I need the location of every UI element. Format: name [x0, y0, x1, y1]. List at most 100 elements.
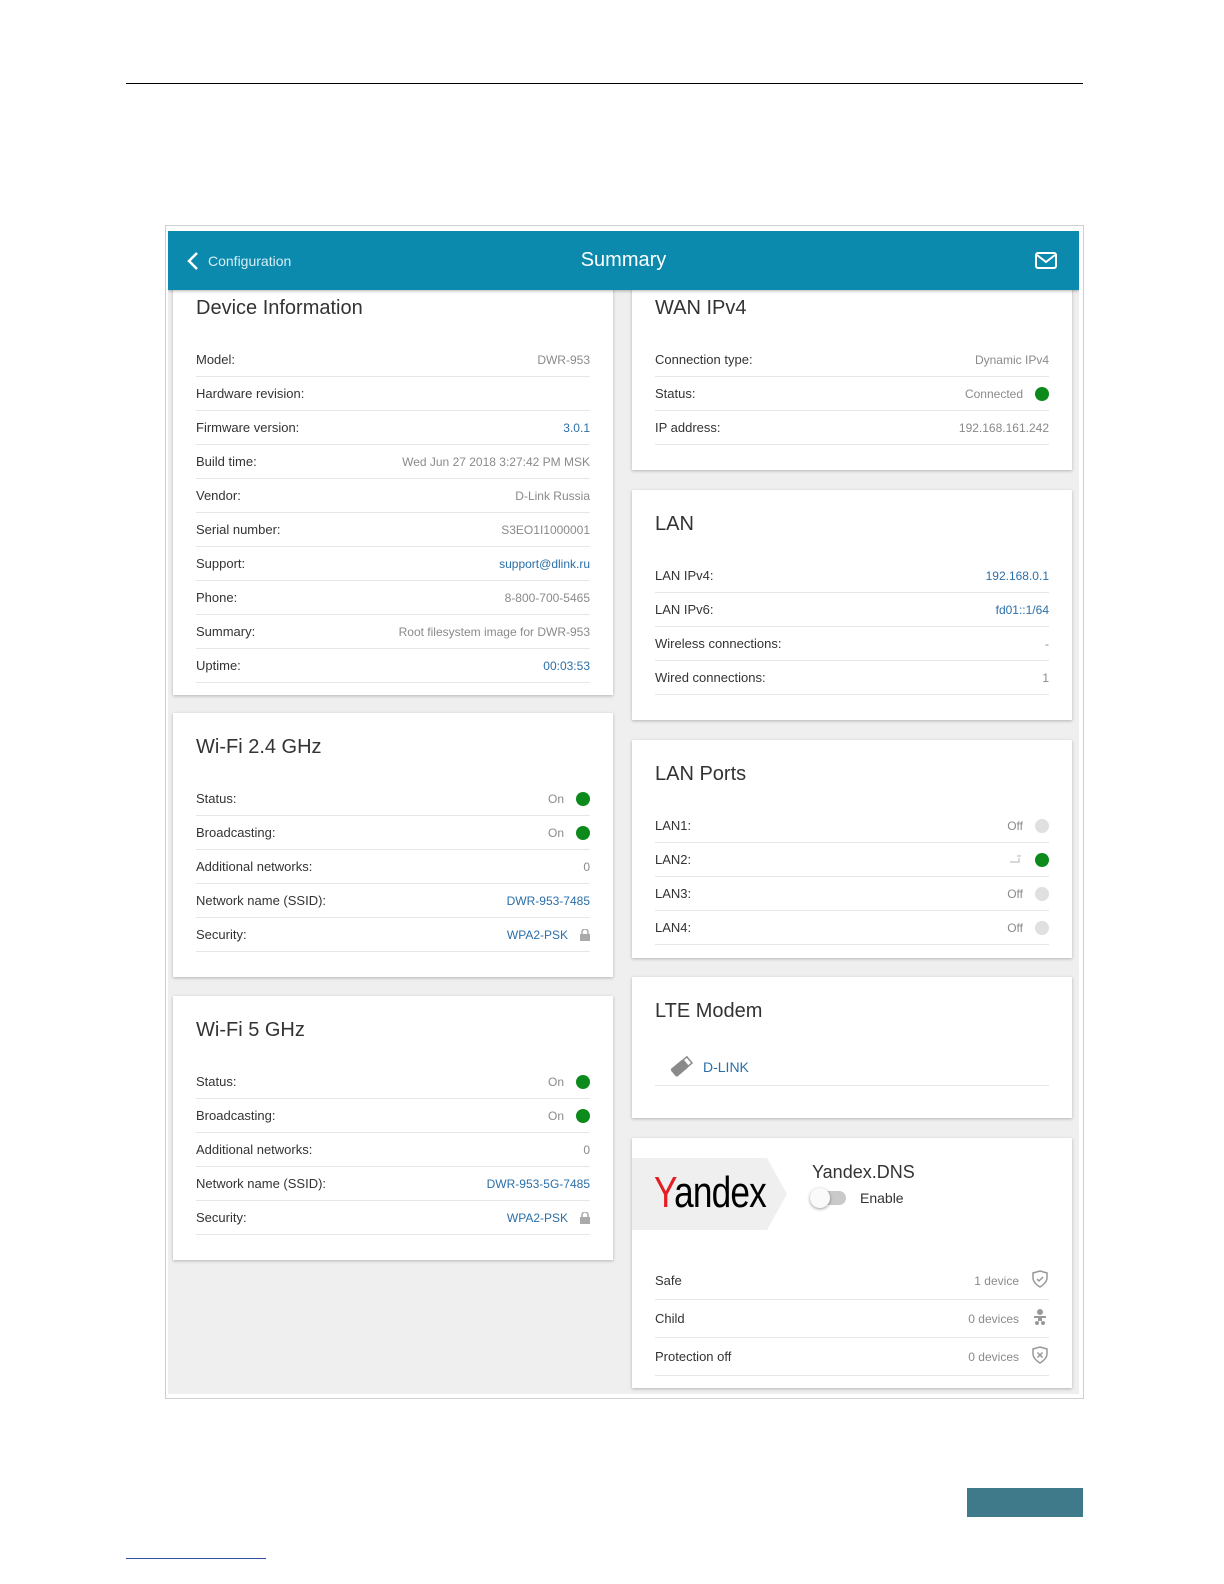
status-dot-on	[576, 1074, 590, 1089]
row-value: Off	[1007, 818, 1023, 833]
status-dot-on	[576, 825, 590, 840]
row-value-link[interactable]: fd01::1/64	[996, 603, 1049, 617]
lte-modem-card[interactable]: LTE Modem D-LINK	[632, 977, 1072, 1118]
row-label: Network name (SSID):	[196, 1176, 327, 1191]
row-value-link[interactable]: WPA2-PSK	[507, 928, 568, 942]
yandex-dns-card: Yandex Yandex.DNS Enable Safe 1 device Chi…	[632, 1138, 1072, 1388]
row-value: 192.168.161.242	[958, 420, 1049, 435]
summary-page: Configuration Summary Device Information…	[168, 231, 1079, 1394]
row-value-link[interactable]: DWR-953-5G-7485	[487, 1177, 590, 1191]
row-label: Additional networks:	[196, 1142, 313, 1157]
page-title: Summary	[580, 249, 667, 271]
info-row[interactable]: LAN IPv4: 192.168.0.1	[655, 559, 1049, 593]
info-row[interactable]: LAN IPv6: fd01::1/64	[655, 593, 1049, 627]
shield-check-icon	[1031, 1270, 1049, 1291]
info-rows: LAN1: Off LAN2: LAN3: Off LAN4: Off	[655, 809, 1049, 945]
row-value: D-Link Russia	[515, 488, 590, 503]
device-count: 0 devices	[968, 1311, 1019, 1326]
row-label: Firmware version:	[196, 420, 300, 435]
row-label: Status:	[655, 386, 696, 401]
row-label: Connection type:	[655, 352, 753, 367]
row-value: On	[547, 1074, 564, 1089]
row-label: Serial number:	[196, 522, 281, 537]
info-row[interactable]: Uptime: 00:03:53	[196, 649, 590, 683]
card-title: Wi-Fi 5 GHz	[196, 1019, 305, 1041]
toggle-label: Enable	[860, 1190, 904, 1206]
info-row: Additional networks: 0	[196, 850, 590, 884]
info-row: LAN3: Off	[655, 877, 1049, 911]
status-dot-on	[1035, 386, 1049, 401]
row-label: Hardware revision:	[196, 386, 305, 401]
info-row: Status: On	[196, 782, 590, 816]
lock-icon	[580, 927, 590, 941]
info-row: Vendor: D-Link Russia	[196, 479, 590, 513]
info-row: LAN2:	[655, 843, 1049, 877]
info-row: Phone: 8-800-700-5465	[196, 581, 590, 615]
row-label: Broadcasting:	[196, 825, 276, 840]
info-row: Summary: Root filesystem image for DWR-95…	[196, 615, 590, 649]
row-label: Security:	[196, 1210, 247, 1225]
document-page: Configuration Summary Device Information…	[0, 0, 1224, 1584]
notifications-button[interactable]	[1035, 252, 1057, 274]
plug-icon	[1009, 852, 1023, 867]
yandex-dns-toggle[interactable]	[810, 1188, 846, 1208]
status-dot-off	[1035, 886, 1049, 901]
dns-profile-row[interactable]: Child 0 devices	[655, 1300, 1049, 1338]
top-rule	[126, 83, 1083, 84]
device-count: 1 device	[974, 1273, 1019, 1288]
row-value-link[interactable]: 3.0.1	[563, 421, 590, 435]
info-rows: Status: On Broadcasting: On Additional netwo…	[196, 1065, 590, 1235]
row-value: 0	[583, 1142, 590, 1157]
lan-card[interactable]: LAN LAN IPv4: 192.168.0.1 LAN IPv6: fd01::1/…	[632, 490, 1072, 720]
lan-ports-card[interactable]: LAN Ports LAN1: Off LAN2: LAN3: Off LAN4: Off	[632, 740, 1072, 958]
row-value-link[interactable]: 00:03:53	[543, 659, 590, 673]
row-label: IP address:	[655, 420, 721, 435]
yandex-dns-title: Yandex.DNS	[812, 1162, 915, 1182]
row-value-link[interactable]: 192.168.0.1	[986, 569, 1049, 583]
dns-profile-row[interactable]: Protection off 0 devices	[655, 1338, 1049, 1376]
info-rows: Model: DWR-953 Hardware revision: Firmware …	[196, 343, 590, 683]
row-value: On	[547, 1108, 564, 1123]
info-rows: LAN IPv4: 192.168.0.1 LAN IPv6: fd01::1/64 W…	[655, 559, 1049, 695]
wifi-5-card[interactable]: Wi-Fi 5 GHz Status: On Broadcasting: On Addit…	[173, 996, 613, 1260]
row-value: 0	[583, 859, 590, 874]
row-label: Safe	[655, 1273, 682, 1288]
header-bar: Configuration Summary	[168, 231, 1079, 290]
row-value-link[interactable]: support@dlink.ru	[499, 557, 590, 571]
row-value: 1	[1042, 670, 1049, 685]
row-label: Vendor:	[196, 488, 241, 503]
status-dot-on	[1035, 852, 1049, 867]
device-information-card: Device Information Model: DWR-953 Hardware …	[173, 274, 613, 695]
modem-item[interactable]: D-LINK	[655, 1049, 1049, 1086]
row-label: Summary:	[196, 624, 256, 639]
card-title: LAN Ports	[655, 763, 747, 785]
info-row: Wired connections: 1	[655, 661, 1049, 695]
info-row[interactable]: Security: WPA2-PSK	[196, 1201, 590, 1235]
info-row: Hardware revision:	[196, 377, 590, 411]
info-row: Model: DWR-953	[196, 343, 590, 377]
wifi-24-card[interactable]: Wi-Fi 2.4 GHz Status: On Broadcasting: On Add…	[173, 713, 613, 977]
row-label: Broadcasting:	[196, 1108, 276, 1123]
info-row: Wireless connections: -	[655, 627, 1049, 661]
dns-profile-row[interactable]: Safe 1 device	[655, 1262, 1049, 1300]
info-row: IP address: 192.168.161.242	[655, 411, 1049, 445]
info-row[interactable]: Security: WPA2-PSK	[196, 918, 590, 952]
lock-icon	[580, 1210, 590, 1224]
card-title: LTE Modem	[655, 1000, 763, 1022]
row-value: DWR-953	[537, 352, 590, 367]
info-row[interactable]: Support: support@dlink.ru	[196, 547, 590, 581]
info-row[interactable]: Network name (SSID): DWR-953-7485	[196, 884, 590, 918]
row-label: Additional networks:	[196, 859, 313, 874]
info-row: Status: On	[196, 1065, 590, 1099]
wan-ipv4-card[interactable]: WAN IPv4 Connection type: Dynamic IPv4 Stat…	[632, 274, 1072, 470]
row-label: Security:	[196, 927, 247, 942]
row-label: Support:	[196, 556, 246, 571]
row-label: Wired connections:	[655, 670, 766, 685]
row-value: Off	[1007, 886, 1023, 901]
info-row[interactable]: Firmware version: 3.0.1	[196, 411, 590, 445]
row-value-link[interactable]: DWR-953-7485	[507, 894, 590, 908]
row-label: Uptime:	[196, 658, 241, 673]
info-row[interactable]: Network name (SSID): DWR-953-5G-7485	[196, 1167, 590, 1201]
modem-name-link[interactable]: D-LINK	[703, 1059, 749, 1075]
row-value-link[interactable]: WPA2-PSK	[507, 1211, 568, 1225]
